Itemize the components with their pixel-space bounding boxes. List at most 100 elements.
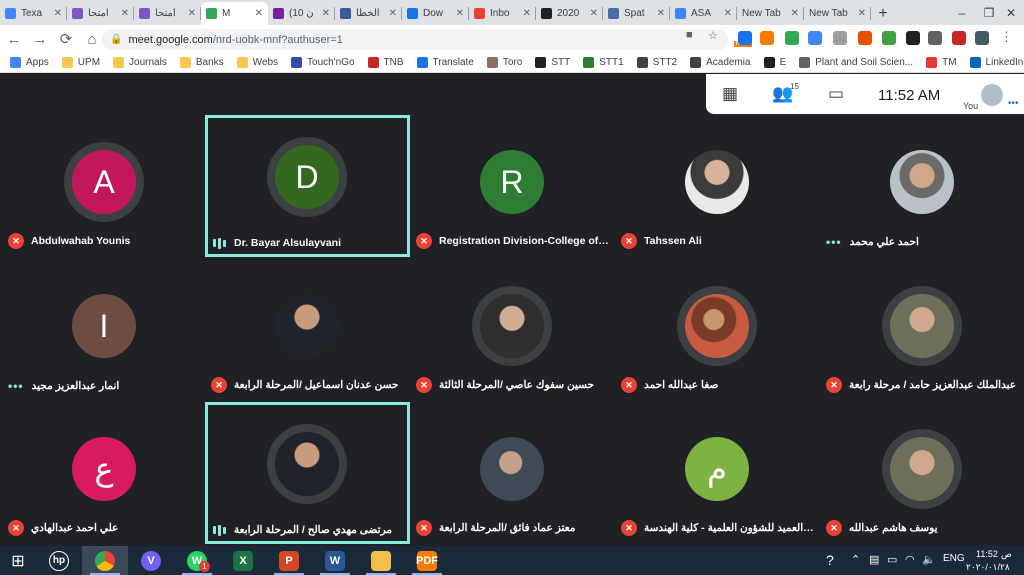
taskbar-date[interactable]: ٢٠٢٠/٠١/٢٨ xyxy=(966,562,1010,573)
close-window-button[interactable]: ✕ xyxy=(998,0,1024,25)
bookmark-item[interactable]: STT1 xyxy=(583,57,624,68)
participant-tile[interactable]: ✕ حسين سفوك عاصي /المرحلة الثالثة xyxy=(410,259,615,401)
taskbar-word[interactable]: W xyxy=(312,546,358,575)
grid-layout-icon[interactable]: ▦ xyxy=(722,84,738,104)
bookmark-item[interactable]: Webs xyxy=(236,57,278,68)
browser-tab[interactable]: الخطا ✕ xyxy=(335,2,402,25)
bookmark-item[interactable]: LinkedIn xyxy=(969,57,1023,68)
bookmark-item[interactable]: Banks xyxy=(179,57,224,68)
taskbar-time[interactable]: 11:52 xyxy=(976,549,998,559)
bookmark-item[interactable]: Touch'nGo xyxy=(291,57,355,68)
extension-icon[interactable] xyxy=(952,31,966,45)
star-icon[interactable]: ☆ xyxy=(708,29,718,42)
browser-tab[interactable]: New Tab ✕ xyxy=(804,2,871,25)
tab-close-icon[interactable]: ✕ xyxy=(121,8,129,19)
tray-arrow-icon[interactable]: ⌃ xyxy=(851,553,860,566)
browser-tab[interactable]: M ✕ xyxy=(201,2,268,25)
home-icon[interactable]: ⌂ xyxy=(80,27,104,51)
participant-tile[interactable]: ✕ معتز عماد فائق /المرحلة الرابعة xyxy=(410,402,615,544)
participant-tile[interactable]: I ••• انمار عبدالعزيز مجيد xyxy=(2,259,207,401)
extension-icon[interactable] xyxy=(975,31,989,45)
participant-tile[interactable]: R ✕ Registration Division-College of En... xyxy=(410,115,615,257)
extension-icon[interactable] xyxy=(882,31,896,45)
chat-icon[interactable]: ▭ xyxy=(828,84,844,104)
participant-tile[interactable]: ع ✕ علي احمد عبدالهادي xyxy=(2,402,207,544)
browser-tab[interactable]: Spat ✕ xyxy=(603,2,670,25)
bookmark-item[interactable]: TM xyxy=(926,57,957,68)
extension-icon[interactable] xyxy=(906,31,920,45)
tab-close-icon[interactable]: ✕ xyxy=(389,8,397,19)
tab-close-icon[interactable]: ✕ xyxy=(657,8,665,19)
extension-icon[interactable] xyxy=(785,31,799,45)
tab-close-icon[interactable]: ✕ xyxy=(456,8,464,19)
browser-tab[interactable]: Dow ✕ xyxy=(402,2,469,25)
tab-close-icon[interactable]: ✕ xyxy=(322,8,330,19)
extension-icon[interactable] xyxy=(808,31,822,45)
bookmark-item[interactable]: E xyxy=(763,57,786,68)
participant-tile[interactable]: A ✕ Abdulwahab Younis xyxy=(2,115,207,257)
bookmark-item[interactable]: UPM xyxy=(61,57,100,68)
bookmark-item[interactable]: STT2 xyxy=(636,57,677,68)
browser-tab[interactable]: (10 ن ✕ xyxy=(268,2,335,25)
tab-close-icon[interactable]: ✕ xyxy=(523,8,531,19)
taskbar-whatsapp[interactable]: W1 xyxy=(174,546,220,575)
wifi-icon[interactable]: ◠ xyxy=(905,553,915,566)
browser-tab[interactable]: امتحا ✕ xyxy=(134,2,201,25)
help-icon[interactable]: ? xyxy=(826,552,834,568)
menu-icon[interactable]: ⋮ xyxy=(1000,29,1014,44)
bookmark-item[interactable]: TNB xyxy=(367,57,404,68)
bookmark-item[interactable]: Apps xyxy=(10,57,49,68)
browser-tab[interactable]: Inbo ✕ xyxy=(469,2,536,25)
language-indicator[interactable]: ENG xyxy=(943,553,965,564)
back-icon[interactable]: ← xyxy=(2,27,26,51)
bookmark-item[interactable]: Academia xyxy=(690,57,751,68)
new-tab-button[interactable]: + xyxy=(871,2,895,25)
taskbar-viber[interactable]: V xyxy=(128,546,174,575)
taskbar-explorer[interactable] xyxy=(358,546,404,575)
camera-icon[interactable]: ■ xyxy=(686,29,693,41)
bookmark-item[interactable]: STT xyxy=(535,57,570,68)
tab-close-icon[interactable]: ✕ xyxy=(54,8,62,19)
taskbar-excel[interactable]: X xyxy=(220,546,266,575)
bookmark-item[interactable]: Translate xyxy=(416,57,474,68)
browser-tab[interactable]: 2020 ✕ xyxy=(536,2,603,25)
bookmark-item[interactable]: Plant and Soil Scien... xyxy=(799,57,913,68)
tab-close-icon[interactable]: ✕ xyxy=(188,8,196,19)
participant-tile[interactable]: ✕ حسن عدنان اسماعيل /المرحلة الرابعة xyxy=(205,259,410,401)
tab-close-icon[interactable]: ✕ xyxy=(791,8,799,19)
bookmark-item[interactable]: Journals xyxy=(113,57,167,68)
forward-icon[interactable]: → xyxy=(28,27,52,51)
extension-icon[interactable] xyxy=(928,31,942,45)
battery-icon[interactable]: ▭ xyxy=(887,553,897,566)
tab-close-icon[interactable]: ✕ xyxy=(858,8,866,19)
extension-icon[interactable] xyxy=(760,31,774,45)
bookmark-item[interactable]: Toro xyxy=(486,57,522,68)
network-icon[interactable]: ▤ xyxy=(869,553,879,566)
volume-icon[interactable]: 🔈 xyxy=(922,553,936,566)
taskbar-hp[interactable]: hp xyxy=(36,546,82,575)
participant-tile[interactable]: ••• احمد علي محمد xyxy=(820,115,1024,257)
browser-tab[interactable]: ASA ✕ xyxy=(670,2,737,25)
windows-start-icon[interactable]: ⊞ xyxy=(0,546,36,575)
address-bar[interactable]: 🔒 meet.google.com/nrd-uobk-mnf?authuser=… xyxy=(102,29,728,50)
extension-icon[interactable] xyxy=(833,31,847,45)
participant-tile[interactable]: ✕ Tahssen Ali xyxy=(615,115,820,257)
tab-close-icon[interactable]: ✕ xyxy=(724,8,732,19)
browser-tab[interactable]: امتحا ✕ xyxy=(67,2,134,25)
browser-tab[interactable]: New Tab ✕ xyxy=(737,2,804,25)
reload-icon[interactable]: ⟳ xyxy=(54,27,78,51)
participant-tile[interactable]: مرتضى مهدي صالح / المرحلة الرابعة xyxy=(205,402,410,544)
participant-tile[interactable]: D Dr. Bayar Alsulayvani xyxy=(205,115,410,257)
taskbar-pdf[interactable]: PDF xyxy=(404,546,450,575)
taskbar-chrome[interactable] xyxy=(82,546,128,575)
participant-tile[interactable]: ✕ يوسف هاشم عبدالله xyxy=(820,402,1024,544)
participant-tile[interactable]: م ✕ مكتب معاون العميد للشؤون العلمية - كلي… xyxy=(615,402,820,544)
participant-tile[interactable]: ✕ عبدالملك عبدالعزيز حامد / مرحلة رابعة xyxy=(820,259,1024,401)
participant-tile[interactable]: ✕ صفا عبدالله احمد xyxy=(615,259,820,401)
browser-tab[interactable]: Texa ✕ xyxy=(0,2,67,25)
tab-close-icon[interactable]: ✕ xyxy=(255,8,263,19)
tab-close-icon[interactable]: ✕ xyxy=(590,8,598,19)
self-avatar[interactable] xyxy=(981,84,1003,106)
extension-icon[interactable] xyxy=(858,31,872,45)
taskbar-powerpoint[interactable]: P xyxy=(266,546,312,575)
